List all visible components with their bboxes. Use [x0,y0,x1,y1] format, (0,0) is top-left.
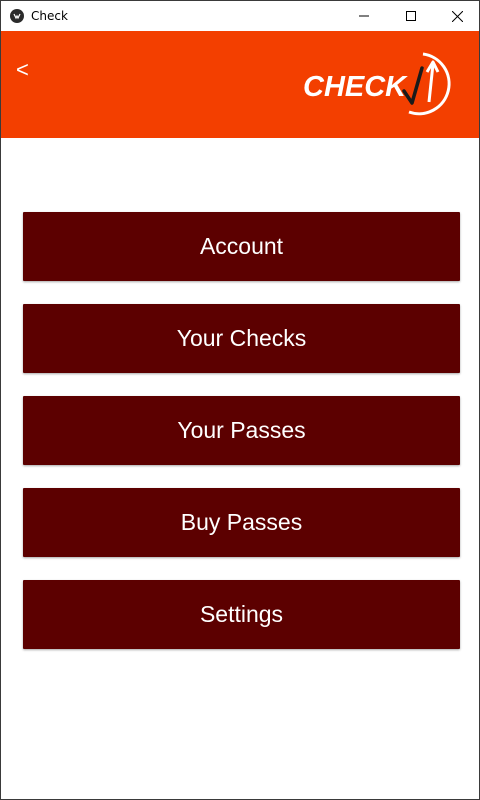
app-window: Check < CHECK Account Your Checks Your P… [0,0,480,800]
your-passes-button[interactable]: Your Passes [23,396,460,465]
close-button[interactable] [434,1,479,31]
back-button[interactable]: < [16,55,38,85]
title-bar: Check [1,1,479,31]
minimize-icon [359,15,369,17]
account-button[interactable]: Account [23,212,460,281]
maximize-button[interactable] [388,1,434,31]
settings-button[interactable]: Settings [23,580,460,649]
window-title: Check [31,9,68,23]
buy-passes-button[interactable]: Buy Passes [23,488,460,557]
check-logo: CHECK [301,46,456,122]
minimize-button[interactable] [341,1,387,31]
close-icon [451,10,463,22]
logo-text: CHECK [303,71,408,103]
maximize-icon [406,11,416,21]
app-icon [10,9,24,23]
your-checks-button[interactable]: Your Checks [23,304,460,373]
app-header: < CHECK [1,31,479,138]
